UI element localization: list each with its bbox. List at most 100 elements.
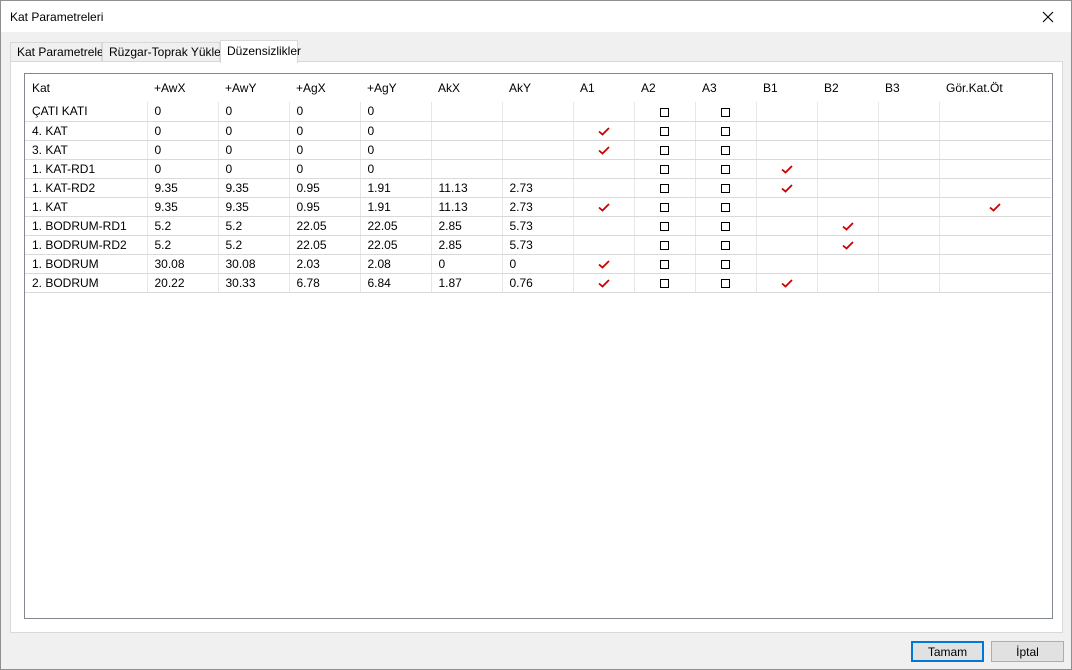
flag-cell-b2[interactable]	[817, 159, 879, 179]
flag-cell-a3[interactable]	[695, 140, 757, 160]
value-cell-agx[interactable]: 22.05	[289, 216, 361, 236]
column-header[interactable]: AkX	[431, 74, 502, 102]
flag-cell-b3[interactable]	[878, 235, 940, 255]
value-cell-agx[interactable]: 2.03	[289, 254, 361, 274]
value-cell-agx[interactable]: 6.78	[289, 273, 361, 293]
floor-name-cell[interactable]: 1. KAT-RD2	[25, 178, 148, 198]
floor-name-cell[interactable]: 1. BODRUM-RD1	[25, 216, 148, 236]
value-cell-awy[interactable]: 9.35	[218, 178, 290, 198]
value-cell-agy[interactable]: 6.84	[360, 273, 432, 293]
flag-cell-a3[interactable]	[695, 235, 757, 255]
value-cell-awx[interactable]: 0	[147, 121, 219, 141]
flag-cell-b3[interactable]	[878, 102, 940, 122]
column-header[interactable]: +AwY	[218, 74, 289, 102]
flag-cell-gor[interactable]	[939, 140, 1051, 160]
close-icon[interactable]	[1042, 11, 1054, 23]
value-cell-agy[interactable]: 0	[360, 140, 432, 160]
value-cell-awy[interactable]: 0	[218, 121, 290, 141]
column-header[interactable]: B1	[756, 74, 817, 102]
value-cell-agx[interactable]: 22.05	[289, 235, 361, 255]
flag-cell-b3[interactable]	[878, 216, 940, 236]
value-cell-agy[interactable]: 22.05	[360, 235, 432, 255]
value-cell-awy[interactable]: 9.35	[218, 197, 290, 217]
value-cell-awx[interactable]: 9.35	[147, 178, 219, 198]
value-cell-akx[interactable]: 1.87	[431, 273, 503, 293]
checkbox-icon[interactable]	[721, 145, 730, 155]
table-row[interactable]: 1. KAT-RD1 0 0 0 0	[25, 159, 1051, 179]
table-row[interactable]: 1. KAT 9.35 9.35 0.95 1.91 11.13 2.73	[25, 197, 1051, 217]
value-cell-agy[interactable]: 1.91	[360, 197, 432, 217]
flag-cell-a2[interactable]	[634, 216, 696, 236]
flag-cell-a2[interactable]	[634, 121, 696, 141]
value-cell-aky[interactable]	[502, 121, 574, 141]
flag-cell-a3[interactable]	[695, 216, 757, 236]
flag-cell-b3[interactable]	[878, 254, 940, 274]
flag-cell-a2[interactable]	[634, 178, 696, 198]
value-cell-awy[interactable]: 5.2	[218, 216, 290, 236]
value-cell-awy[interactable]: 0	[218, 159, 290, 179]
floor-name-cell[interactable]: ÇATI KATI	[25, 102, 148, 122]
value-cell-awx[interactable]: 5.2	[147, 235, 219, 255]
value-cell-awx[interactable]: 0	[147, 159, 219, 179]
checkbox-icon[interactable]	[660, 126, 669, 136]
flag-cell-a2[interactable]	[634, 254, 696, 274]
irregularity-grid[interactable]: Kat +AwX +AwY +AgX +AgY AkX AkY A1 A2 A3 B1 B2 B3 Gör…	[24, 73, 1053, 619]
column-header[interactable]: +AgX	[289, 74, 360, 102]
cancel-button[interactable]: İptal	[991, 641, 1064, 662]
flag-cell-a3[interactable]	[695, 102, 757, 122]
flag-cell-b3[interactable]	[878, 140, 940, 160]
checkbox-icon[interactable]	[721, 221, 730, 231]
flag-cell-a1[interactable]	[573, 273, 635, 293]
flag-cell-a1[interactable]	[573, 159, 635, 179]
table-row[interactable]: 1. BODRUM 30.08 30.08 2.03 2.08 0 0	[25, 254, 1051, 274]
value-cell-awy[interactable]: 30.33	[218, 273, 290, 293]
flag-cell-a2[interactable]	[634, 197, 696, 217]
flag-cell-gor[interactable]	[939, 178, 1051, 198]
flag-cell-a1[interactable]	[573, 216, 635, 236]
column-header[interactable]: Kat	[25, 74, 147, 102]
column-header[interactable]: A1	[573, 74, 634, 102]
flag-cell-a2[interactable]	[634, 140, 696, 160]
table-row[interactable]: ÇATI KATI 0 0 0 0	[25, 102, 1051, 122]
checkbox-icon[interactable]	[660, 145, 669, 155]
column-header[interactable]: +AgY	[360, 74, 431, 102]
flag-cell-gor[interactable]	[939, 102, 1051, 122]
checkbox-icon[interactable]	[721, 278, 730, 288]
value-cell-awy[interactable]: 0	[218, 102, 290, 122]
value-cell-awx[interactable]: 30.08	[147, 254, 219, 274]
flag-cell-a2[interactable]	[634, 102, 696, 122]
value-cell-agy[interactable]: 1.91	[360, 178, 432, 198]
flag-cell-gor[interactable]	[939, 197, 1051, 217]
flag-cell-b2[interactable]	[817, 140, 879, 160]
flag-cell-b1[interactable]	[756, 159, 818, 179]
floor-name-cell[interactable]: 4. KAT	[25, 121, 148, 141]
flag-cell-a1[interactable]	[573, 102, 635, 122]
flag-cell-gor[interactable]	[939, 235, 1051, 255]
value-cell-agx[interactable]: 0	[289, 140, 361, 160]
flag-cell-b1[interactable]	[756, 178, 818, 198]
value-cell-awy[interactable]: 30.08	[218, 254, 290, 274]
ok-button[interactable]: Tamam	[911, 641, 984, 662]
checkbox-icon[interactable]	[721, 202, 730, 212]
value-cell-aky[interactable]: 2.73	[502, 197, 574, 217]
flag-cell-a2[interactable]	[634, 159, 696, 179]
floor-name-cell[interactable]: 1. KAT-RD1	[25, 159, 148, 179]
flag-cell-gor[interactable]	[939, 254, 1051, 274]
flag-cell-b3[interactable]	[878, 121, 940, 141]
flag-cell-b3[interactable]	[878, 178, 940, 198]
value-cell-akx[interactable]	[431, 102, 503, 122]
value-cell-agx[interactable]: 0.95	[289, 178, 361, 198]
floor-name-cell[interactable]: 1. BODRUM-RD2	[25, 235, 148, 255]
flag-cell-a3[interactable]	[695, 121, 757, 141]
checkbox-icon[interactable]	[721, 259, 730, 269]
flag-cell-b1[interactable]	[756, 121, 818, 141]
value-cell-akx[interactable]: 2.85	[431, 216, 503, 236]
value-cell-awy[interactable]: 5.2	[218, 235, 290, 255]
table-row[interactable]: 1. BODRUM-RD1 5.2 5.2 22.05 22.05 2.85 5.73	[25, 216, 1051, 236]
flag-cell-b1[interactable]	[756, 273, 818, 293]
value-cell-akx[interactable]	[431, 140, 503, 160]
flag-cell-b1[interactable]	[756, 140, 818, 160]
checkbox-icon[interactable]	[660, 183, 669, 193]
flag-cell-a1[interactable]	[573, 121, 635, 141]
column-header[interactable]: A3	[695, 74, 756, 102]
